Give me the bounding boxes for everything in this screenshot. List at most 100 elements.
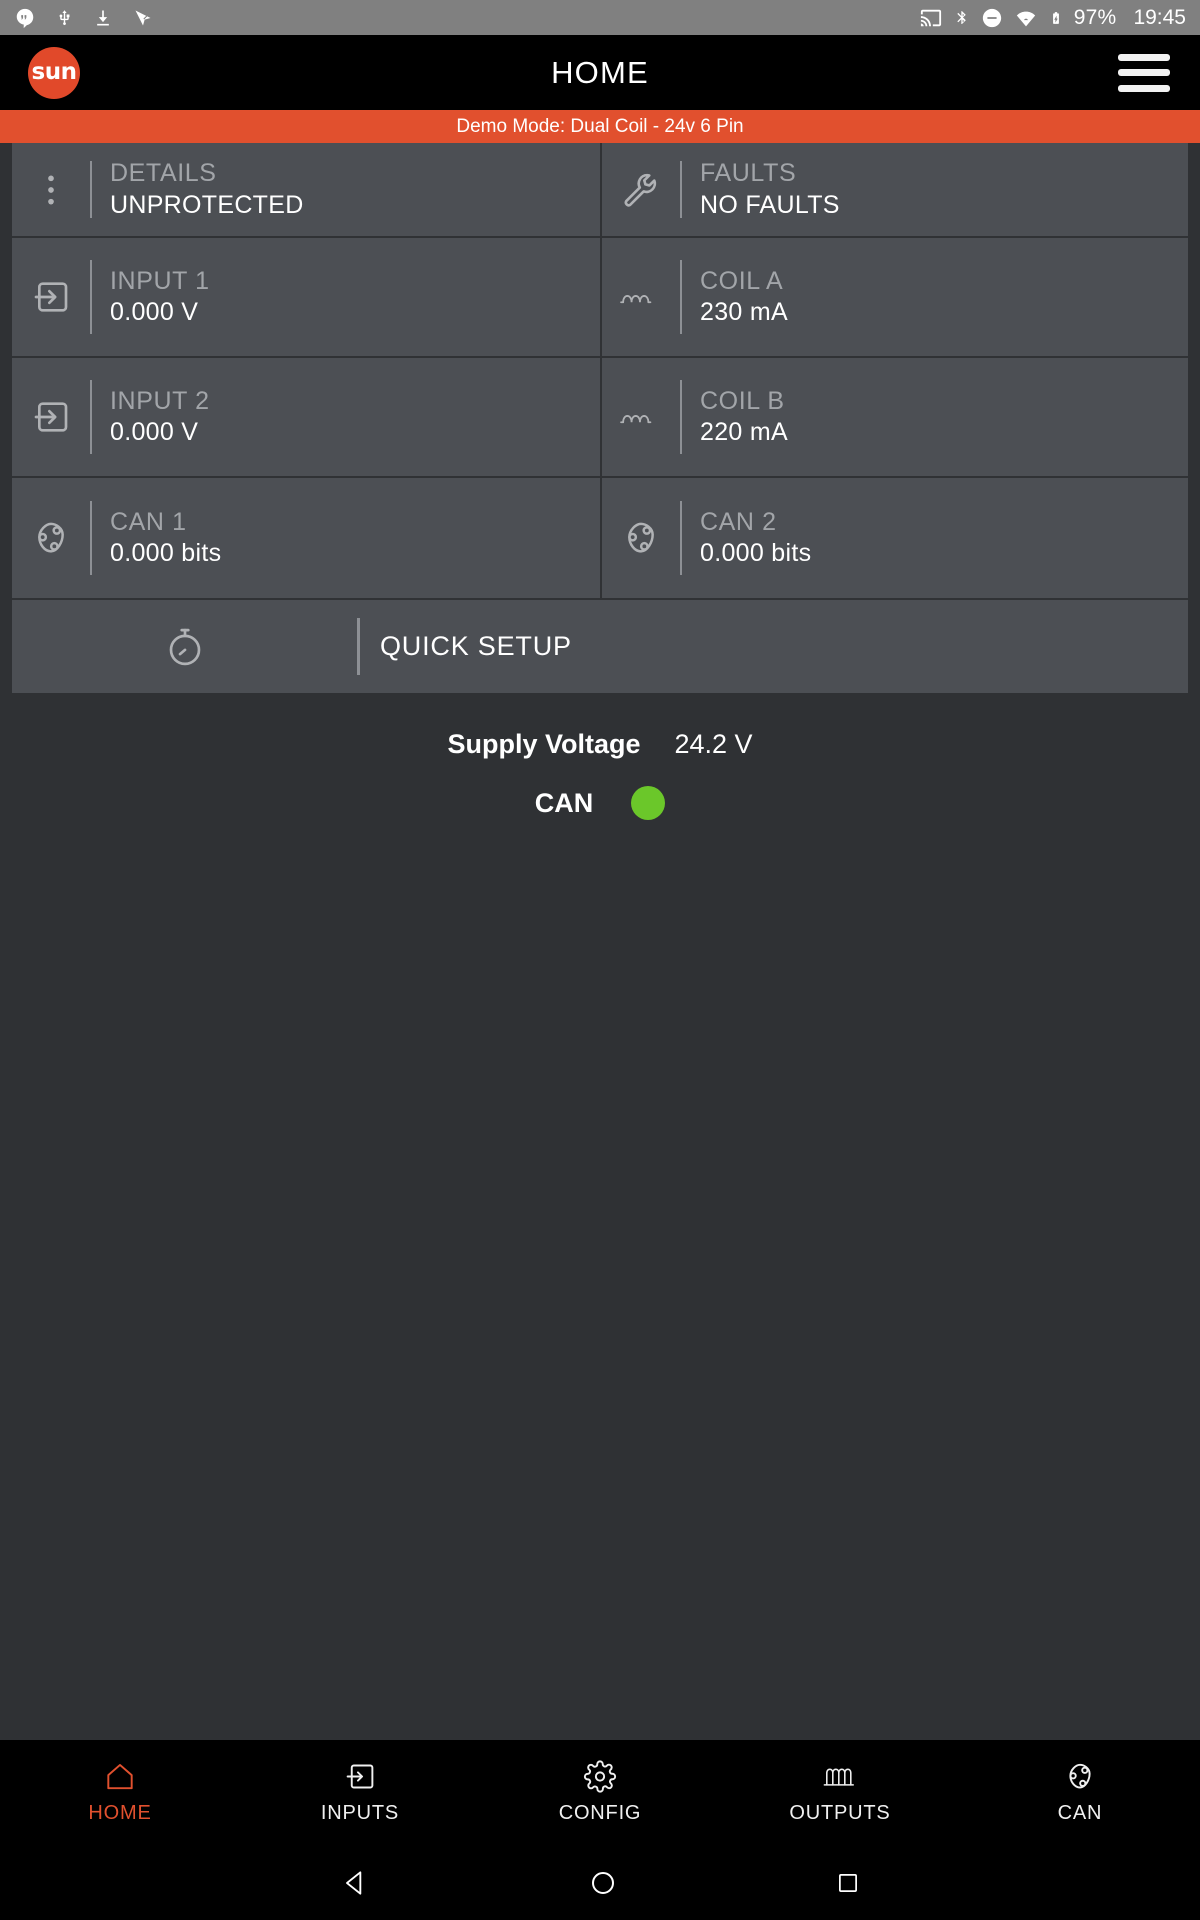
android-navigation-bar — [0, 1845, 1200, 1920]
card-label: CAN 2 — [700, 507, 777, 536]
card-divider — [90, 500, 92, 576]
card-divider — [90, 380, 92, 454]
card-divider — [680, 380, 682, 454]
hamburger-bar — [1118, 69, 1170, 76]
card-label: INPUT 2 — [110, 386, 210, 415]
card-input-1[interactable]: INPUT 1 0.000 V — [12, 238, 600, 358]
card-value: 230 mA — [700, 298, 788, 327]
card-label: CAN 1 — [110, 507, 187, 536]
grid-row: CAN 1 0.000 bits CAN 2 0.000 bits — [12, 478, 1188, 598]
card-value: 0.000 V — [110, 418, 199, 447]
nav-item-home[interactable]: HOME — [0, 1760, 240, 1825]
card-body: FAULTS NO FAULTS — [700, 159, 840, 220]
can-status-row: CAN — [0, 786, 1200, 820]
do-not-disturb-icon — [982, 8, 1001, 27]
card-divider — [680, 260, 682, 334]
hamburger-menu-icon[interactable] — [1118, 53, 1170, 92]
battery-charging-icon — [1052, 11, 1059, 24]
card-details[interactable]: DETAILS UNPROTECTED — [12, 143, 600, 238]
input-arrow-icon — [12, 397, 90, 437]
card-value: 220 mA — [700, 418, 788, 447]
card-coil-a[interactable]: COIL A 230 mA — [600, 238, 1188, 358]
card-body: CAN 2 0.000 bits — [700, 508, 811, 569]
card-divider — [90, 260, 92, 334]
recents-square-icon[interactable] — [835, 1870, 861, 1896]
status-card-grid: DETAILS UNPROTECTED FAULTS NO FAULTS INP… — [0, 143, 1200, 693]
card-body: CAN 1 0.000 bits — [110, 508, 221, 569]
card-label: INPUT 1 — [110, 266, 210, 295]
card-body: COIL B 220 mA — [700, 387, 788, 448]
card-label: COIL A — [700, 266, 784, 295]
card-body: COIL A 230 mA — [700, 267, 788, 328]
supply-voltage-row: Supply Voltage 24.2 V — [0, 729, 1200, 760]
nav-label: OUTPUTS — [789, 1802, 891, 1824]
nav-item-config[interactable]: CONFIG — [480, 1760, 720, 1825]
input-arrow-icon — [12, 277, 90, 317]
card-body: INPUT 1 0.000 V — [110, 267, 210, 328]
sun-logo: sun — [28, 46, 80, 99]
vpn-check-icon — [135, 10, 151, 25]
nav-item-inputs[interactable]: INPUTS — [240, 1760, 480, 1825]
summary-section: Supply Voltage 24.2 V CAN — [0, 693, 1200, 1740]
card-value: UNPROTECTED — [110, 190, 304, 219]
grid-row: INPUT 2 0.000 V COIL B 220 mA — [12, 358, 1188, 478]
demo-mode-banner: Demo Mode: Dual Coil - 24v 6 Pin — [0, 110, 1200, 143]
can-status-label: CAN — [534, 787, 594, 818]
sun-logo-label: sun — [31, 59, 77, 85]
android-status-bar: 97% 19:45 — [0, 0, 1200, 35]
card-divider — [357, 617, 360, 676]
quick-setup-label: QUICK SETUP — [380, 631, 572, 661]
card-label: DETAILS — [110, 159, 217, 188]
solenoid-waveform-icon — [823, 1768, 854, 1786]
card-coil-b[interactable]: COIL B 220 mA — [600, 358, 1188, 478]
more-vert-icon — [12, 169, 90, 211]
card-label: FAULTS — [700, 159, 797, 188]
coil-icon — [602, 404, 680, 430]
back-triangle-icon[interactable] — [339, 1867, 371, 1899]
nav-label: HOME — [88, 1802, 152, 1824]
card-input-2[interactable]: INPUT 2 0.000 V — [12, 358, 600, 478]
card-faults[interactable]: FAULTS NO FAULTS — [600, 143, 1188, 238]
card-value: 0.000 bits — [700, 539, 812, 568]
hamburger-bar — [1118, 84, 1170, 92]
grid-row: DETAILS UNPROTECTED FAULTS NO FAULTS — [12, 143, 1188, 238]
grid-row: INPUT 1 0.000 V COIL A 230 mA — [12, 238, 1188, 358]
card-divider — [90, 160, 92, 219]
bottom-navigation-bar: HOME INPUTS CONFIG OUTPUTS CAN — [0, 1740, 1200, 1845]
supply-voltage-label: Supply Voltage — [447, 729, 641, 759]
nav-item-outputs[interactable]: OUTPUTS — [720, 1760, 960, 1825]
hangouts-icon — [16, 8, 34, 28]
home-circle-icon[interactable] — [588, 1868, 618, 1898]
card-divider — [680, 160, 682, 219]
card-can-2[interactable]: CAN 2 0.000 bits — [600, 478, 1188, 598]
nav-label: CONFIG — [558, 1802, 642, 1824]
card-value: 0.000 V — [110, 298, 199, 327]
usb-icon — [59, 9, 70, 25]
card-can-1[interactable]: CAN 1 0.000 bits — [12, 478, 600, 598]
page-title: HOME — [551, 54, 649, 90]
can-network-icon — [602, 518, 680, 558]
nav-item-can[interactable]: CAN — [960, 1760, 1200, 1825]
card-value: 0.000 bits — [110, 539, 222, 568]
download-icon — [97, 10, 109, 25]
home-icon — [107, 1763, 133, 1790]
status-bar-left-icons — [14, 5, 153, 31]
card-label: COIL B — [700, 386, 785, 415]
can-network-icon — [12, 518, 90, 558]
nav-label: INPUTS — [320, 1802, 400, 1824]
can-network-icon — [1069, 1763, 1091, 1789]
status-bar-right-icons: 97% 19:45 — [919, 6, 1186, 30]
wrench-icon — [602, 169, 680, 211]
card-body: INPUT 2 0.000 V — [110, 387, 210, 448]
bluetooth-icon — [957, 10, 966, 24]
wifi-icon — [1016, 11, 1035, 26]
input-arrow-icon — [346, 1764, 374, 1789]
card-value: NO FAULTS — [700, 190, 840, 219]
cast-icon — [920, 9, 941, 26]
can-status-indicator — [631, 786, 666, 820]
card-quick-setup[interactable]: QUICK SETUP — [12, 598, 1188, 693]
nav-label: CAN — [1057, 1802, 1103, 1824]
coil-icon — [602, 284, 680, 310]
stopwatch-icon — [12, 624, 357, 670]
hamburger-bar — [1118, 53, 1170, 61]
